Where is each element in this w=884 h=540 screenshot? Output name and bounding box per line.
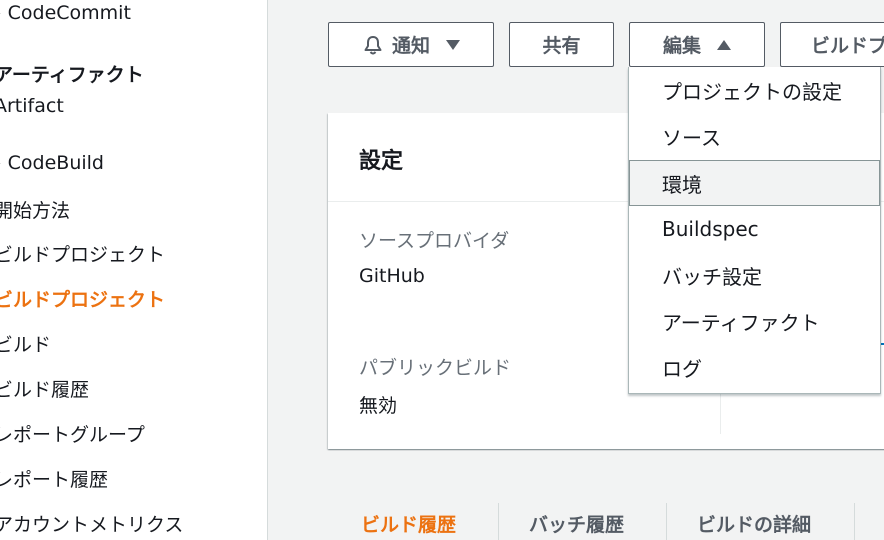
edit-button[interactable]: 編集	[629, 22, 765, 67]
edit-dropdown-menu: プロジェクトの設定 ソース 環境 Buildspec バッチ設定 アーティファク…	[628, 67, 881, 394]
notify-label: 通知	[391, 35, 430, 57]
sidebar-item-build-history[interactable]: ビルド履歴	[0, 378, 89, 402]
sidebar-item-report-history[interactable]: レポート履歴	[0, 468, 108, 492]
menu-item-batch-settings[interactable]: バッチ設定	[629, 252, 880, 298]
notify-button[interactable]: 通知	[328, 22, 494, 67]
menu-item-logs[interactable]: ログ	[629, 344, 880, 390]
public-build-value: 無効	[359, 395, 398, 417]
share-button[interactable]: 共有	[509, 22, 614, 67]
sidebar-item-build[interactable]: ビルド	[0, 333, 51, 357]
menu-item-project-settings[interactable]: プロジェクトの設定	[629, 67, 880, 113]
panel-title: 設定	[359, 149, 404, 174]
source-provider-label: ソースプロバイダ	[359, 230, 510, 252]
bell-icon	[362, 34, 384, 56]
sidebar-item-account-metrics[interactable]: アカウントメトリクス	[0, 513, 183, 537]
tab-separator	[854, 503, 855, 540]
sidebar: › CodeCommit アーティファクト Artifact › CodeBui…	[0, 0, 268, 540]
start-build-button[interactable]: ビルドプ	[780, 22, 884, 67]
tab-build-history[interactable]: ビルド履歴	[361, 510, 456, 537]
edit-label: 編集	[662, 35, 701, 57]
sidebar-item-codecommit[interactable]: › CodeCommit	[0, 1, 131, 25]
sidebar-item-codebuild[interactable]: › CodeBuild	[0, 151, 104, 175]
sidebar-group-artifacts: アーティファクト	[0, 64, 144, 86]
share-label: 共有	[542, 35, 581, 57]
tab-separator	[498, 503, 499, 540]
source-provider-value: GitHub	[359, 265, 425, 287]
tab-build-details[interactable]: ビルドの詳細	[697, 510, 811, 537]
sidebar-item-getting-started[interactable]: 開始方法	[0, 199, 70, 223]
public-build-label: パブリックビルド	[359, 357, 512, 379]
sidebar-item-build-projects[interactable]: ビルドプロジェクト	[0, 288, 165, 312]
tab-batch-history[interactable]: バッチ履歴	[529, 510, 624, 537]
start-build-label: ビルドプ	[811, 35, 884, 57]
menu-item-buildspec[interactable]: Buildspec	[629, 206, 880, 252]
menu-item-environment[interactable]: 環境	[629, 160, 880, 206]
sidebar-item-report-groups[interactable]: レポートグループ	[0, 423, 145, 447]
caret-up-icon	[717, 39, 731, 50]
caret-down-icon	[446, 39, 460, 50]
menu-item-artifacts[interactable]: アーティファクト	[629, 298, 880, 344]
tab-separator	[666, 503, 667, 540]
sidebar-item-artifact[interactable]: Artifact	[0, 94, 64, 118]
menu-item-source[interactable]: ソース	[629, 113, 880, 159]
sidebar-item-build-projects-header[interactable]: ビルドプロジェクト	[0, 243, 165, 267]
